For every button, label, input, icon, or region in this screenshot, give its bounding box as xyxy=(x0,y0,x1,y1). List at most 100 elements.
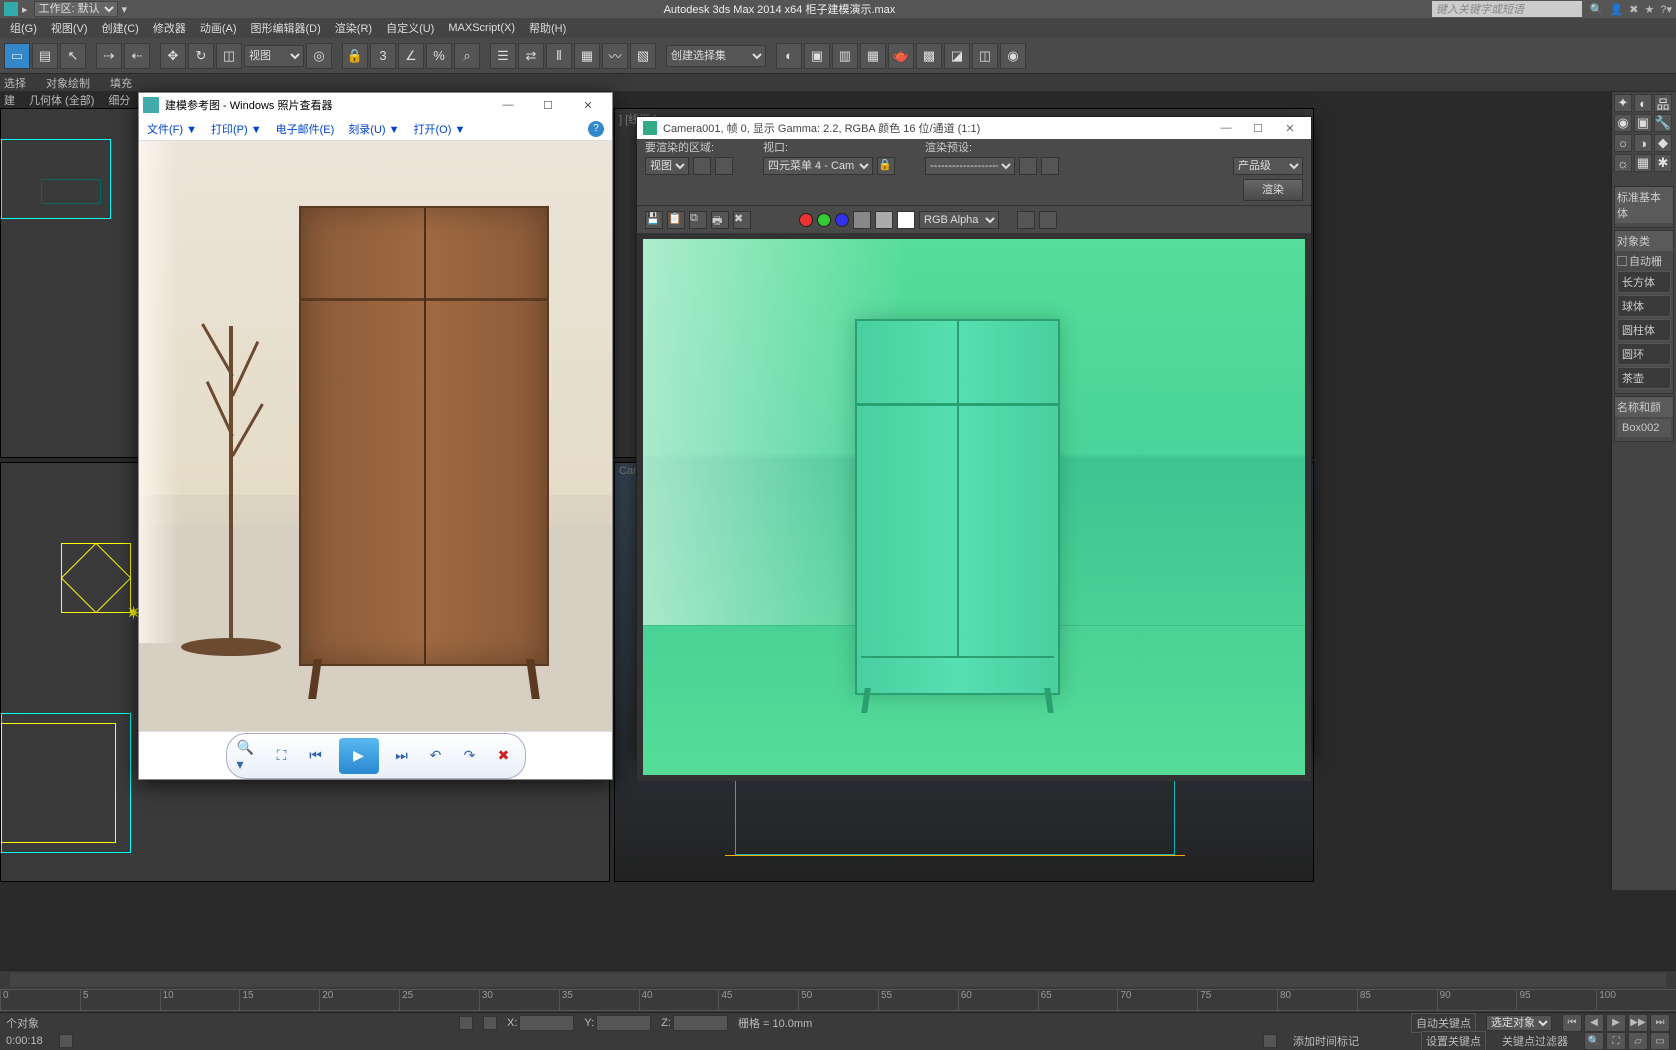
rollup-stdprim-header[interactable]: 标准基本体 xyxy=(1615,187,1673,223)
rw-alpha-icon[interactable] xyxy=(875,211,893,229)
pv-zoom-icon[interactable]: 🔍▾ xyxy=(237,745,259,767)
ribbon-objpaint[interactable]: 对象绘制 xyxy=(46,75,90,91)
signin-icon[interactable]: 👤 xyxy=(1610,3,1624,16)
pv-rotate-cw-icon[interactable]: ↷ xyxy=(459,745,481,767)
exchange-icon[interactable]: ✖ xyxy=(1629,3,1638,16)
sub-cat-6[interactable]: ✱ xyxy=(1654,154,1672,172)
rw-render-button[interactable]: 渲染 xyxy=(1243,179,1303,201)
pv-next-icon[interactable]: ⏭ xyxy=(391,745,413,767)
align-tool[interactable]: ⫴ xyxy=(546,43,572,69)
rw-toggle-ov2[interactable] xyxy=(1039,211,1057,229)
rw-lock-icon[interactable]: 🔒 xyxy=(877,157,895,175)
object-name-field[interactable]: Box002 xyxy=(1617,419,1671,437)
utilities-tab-icon[interactable]: 🔧 xyxy=(1654,114,1672,132)
teapot-render[interactable]: ◉ xyxy=(1000,43,1026,69)
menu-group[interactable]: 组(G) xyxy=(4,18,43,38)
rw-print-icon[interactable]: 🖶 xyxy=(711,211,729,229)
rw-copy-icon[interactable]: 📋 xyxy=(667,211,685,229)
ribbon-select[interactable]: 选择 xyxy=(4,75,26,91)
rotate-tool[interactable]: ↻ xyxy=(188,43,214,69)
rw-clone-icon[interactable]: ⧉ xyxy=(689,211,707,229)
prim-cylinder[interactable]: 圆柱体 xyxy=(1617,319,1671,341)
scale-tool[interactable]: ◫ xyxy=(216,43,242,69)
goto-start-button[interactable]: ⏮ xyxy=(1562,1014,1582,1032)
rw-preset-btn2[interactable] xyxy=(1041,157,1059,175)
quick-render[interactable]: 🫖 xyxy=(888,43,914,69)
rw-toggle-ov1[interactable] xyxy=(1017,211,1035,229)
selection-set[interactable]: 创建选择集 xyxy=(666,45,766,67)
key-target-select[interactable]: 选定对象 xyxy=(1486,1015,1552,1031)
prim-sphere[interactable]: 球体 xyxy=(1617,295,1671,317)
sub-cat-1[interactable]: ○ xyxy=(1614,134,1632,152)
next-frame-button[interactable]: ▶▶ xyxy=(1628,1014,1648,1032)
z-input[interactable] xyxy=(673,1015,728,1031)
link-tool[interactable]: ⇢ xyxy=(96,43,122,69)
rw-close-button[interactable]: ✕ xyxy=(1275,119,1305,137)
pv-slideshow-button[interactable]: ▶ xyxy=(339,738,379,774)
abs-rel-toggle[interactable] xyxy=(483,1016,497,1030)
search-icon[interactable]: 🔍 xyxy=(1590,3,1604,16)
menu-view[interactable]: 视图(V) xyxy=(45,18,94,38)
rw-channel-select[interactable]: RGB Alpha xyxy=(919,211,999,229)
pv-menu-email[interactable]: 电子邮件(E) xyxy=(276,121,335,137)
rw-save-icon[interactable]: 💾 xyxy=(645,211,663,229)
ribbon-fill[interactable]: 填充 xyxy=(110,75,132,91)
rw-preset-select[interactable]: ----------------------- xyxy=(925,157,1015,175)
sel-lock-toggle[interactable] xyxy=(459,1016,473,1030)
layer-tool[interactable]: ▦ xyxy=(574,43,600,69)
render-last[interactable]: ▦ xyxy=(860,43,886,69)
prompt-toggle[interactable] xyxy=(59,1034,73,1048)
rw-channel-b[interactable] xyxy=(835,213,849,227)
select-tool[interactable]: ▭ xyxy=(4,43,30,69)
menu-grapheditor[interactable]: 图形编辑器(D) xyxy=(245,18,327,38)
sub2-geom[interactable]: 几何体 (全部) xyxy=(29,92,94,108)
rw-minimize-button[interactable]: — xyxy=(1211,119,1241,137)
rollup-objtype-header[interactable]: 对象类 xyxy=(1615,231,1673,251)
snap-3[interactable]: 3 xyxy=(370,43,396,69)
favorite-icon[interactable]: ★ xyxy=(1644,3,1654,16)
sub-cat-2[interactable]: ◑ xyxy=(1634,134,1652,152)
rw-viewport-select[interactable]: 四元菜单 4 - Cam xyxy=(763,157,873,175)
menu-render[interactable]: 渲染(R) xyxy=(329,18,378,38)
nav-zoom-icon[interactable]: 🔍 xyxy=(1584,1032,1604,1050)
modify-tab-icon[interactable]: ◐ xyxy=(1634,94,1652,112)
rw-area-btn2[interactable] xyxy=(715,157,733,175)
create-tab-icon[interactable]: ✦ xyxy=(1614,94,1632,112)
setkey-button[interactable]: 设置关键点 xyxy=(1421,1031,1486,1050)
material-editor[interactable]: ◐ xyxy=(776,43,802,69)
nav-region-icon[interactable]: ▭ xyxy=(1650,1032,1670,1050)
move-tool[interactable]: ✥ xyxy=(160,43,186,69)
photo-viewer-window[interactable]: 建模参考图 - Windows 照片查看器 — ☐ ✕ 文件(F) ▼ 打印(P… xyxy=(138,92,613,780)
prim-torus[interactable]: 圆环 xyxy=(1617,343,1671,365)
rw-mono-icon[interactable] xyxy=(853,211,871,229)
workspace-select[interactable]: 工作区: 默认 xyxy=(34,1,118,17)
play-button[interactable]: ▶ xyxy=(1606,1014,1626,1032)
curve-editor[interactable]: 〰 xyxy=(602,43,628,69)
selection-lock[interactable]: 🔒 xyxy=(342,43,368,69)
keyfilter-button[interactable]: 关键点过滤器 xyxy=(1502,1033,1568,1049)
named-sel[interactable]: ☰ xyxy=(490,43,516,69)
menu-maxscript[interactable]: MAXScript(X) xyxy=(442,20,521,36)
render-frame[interactable]: ▥ xyxy=(832,43,858,69)
autokey-button[interactable]: 自动关键点 xyxy=(1411,1013,1476,1033)
goto-end-button[interactable]: ⏭ xyxy=(1650,1014,1670,1032)
pv-menu-burn[interactable]: 刻录(U) ▼ xyxy=(348,121,399,137)
prev-frame-button[interactable]: ◀ xyxy=(1584,1014,1604,1032)
pv-fit-icon[interactable]: ⛶ xyxy=(271,745,293,767)
autogrid-checkbox[interactable] xyxy=(1617,256,1627,266)
menu-help[interactable]: 帮助(H) xyxy=(523,18,572,38)
x-input[interactable] xyxy=(519,1015,574,1031)
menu-customize[interactable]: 自定义(U) xyxy=(380,18,440,38)
display-tab-icon[interactable]: ▣ xyxy=(1634,114,1652,132)
render-frame-window[interactable]: Camera001, 帧 0, 显示 Gamma: 2.2, RGBA 颜色 1… xyxy=(636,116,1312,756)
add-time-marker-label[interactable]: 添加时间标记 xyxy=(1293,1033,1359,1049)
time-slider[interactable] xyxy=(10,973,1666,987)
sub-cat-3[interactable]: ◆ xyxy=(1654,134,1672,152)
rollup-namecolor-header[interactable]: 名称和颜 xyxy=(1615,397,1673,417)
pv-menu-open[interactable]: 打开(O) ▼ xyxy=(414,121,466,137)
hierarchy-tab-icon[interactable]: 品 xyxy=(1654,94,1672,112)
pv-menu-print[interactable]: 打印(P) ▼ xyxy=(211,121,262,137)
pivot-tool[interactable]: ◎ xyxy=(306,43,332,69)
ref-coord-select[interactable]: 视图 xyxy=(244,45,304,67)
pv-prev-icon[interactable]: ⏮ xyxy=(305,745,327,767)
